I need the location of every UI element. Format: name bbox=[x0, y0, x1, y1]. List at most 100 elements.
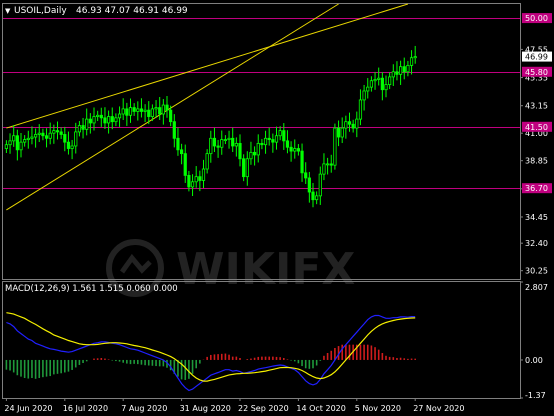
candle-body bbox=[63, 134, 67, 143]
trading-chart[interactable]: WIKIFX 47.5545.3543.1541.0038.8536.6534.… bbox=[0, 0, 554, 416]
candle-body bbox=[340, 127, 344, 138]
macd-tick-label: -1.37 bbox=[525, 391, 546, 400]
price-tick-label: 32.40 bbox=[525, 239, 548, 248]
candle-body bbox=[355, 118, 359, 129]
candle-body bbox=[34, 134, 38, 138]
candle-body bbox=[41, 132, 45, 137]
candle-body bbox=[52, 130, 56, 134]
candle-body bbox=[70, 145, 74, 149]
candle-body bbox=[227, 137, 231, 140]
candle-body bbox=[242, 158, 246, 178]
candle-body bbox=[190, 181, 195, 188]
candle-body bbox=[158, 107, 162, 115]
candle-body bbox=[187, 174, 191, 188]
candle-body bbox=[413, 56, 417, 59]
macd-header: MACD(12,26,9) 1.561 1.515 0.060 0.000 bbox=[5, 284, 178, 294]
candle-body bbox=[395, 71, 399, 75]
candle-body bbox=[256, 143, 260, 156]
price-tick-label: 38.85 bbox=[525, 157, 548, 166]
candle-body bbox=[99, 114, 103, 119]
candle-body bbox=[220, 139, 224, 148]
candle-body bbox=[96, 114, 100, 117]
candle-body bbox=[377, 77, 381, 80]
candle-body bbox=[85, 118, 89, 130]
candle-body bbox=[66, 141, 71, 149]
candle-body bbox=[329, 163, 333, 166]
candle-body bbox=[296, 148, 301, 152]
date-tick-label: 14 Oct 2020 bbox=[296, 404, 345, 413]
price-tick-label: 34.45 bbox=[525, 213, 548, 222]
price-tick-label: 43.15 bbox=[525, 102, 548, 111]
candle-body bbox=[165, 104, 169, 111]
candle-body bbox=[107, 116, 111, 124]
symbol-label: USOIL,Daily bbox=[14, 6, 67, 16]
candle-body bbox=[172, 121, 176, 139]
candle-body bbox=[121, 108, 125, 115]
candle-body bbox=[37, 132, 41, 135]
candle-body bbox=[44, 135, 49, 139]
candle-body bbox=[351, 123, 355, 129]
candle-body bbox=[194, 176, 198, 183]
candle-body bbox=[88, 118, 92, 124]
price-tick-label: 30.25 bbox=[525, 267, 548, 276]
candle-body bbox=[380, 77, 384, 91]
candle-body bbox=[23, 139, 27, 143]
candle-body bbox=[92, 116, 96, 124]
candle-body bbox=[249, 151, 253, 160]
candle-body bbox=[347, 121, 352, 125]
chart-menu-arrow-icon[interactable]: ▼ bbox=[5, 7, 11, 15]
candle-body bbox=[128, 107, 133, 116]
candle-body bbox=[4, 144, 8, 149]
current-price-label: 46.99 bbox=[525, 53, 548, 62]
candle-body bbox=[223, 139, 227, 141]
candle-body bbox=[282, 130, 286, 142]
candle-body bbox=[289, 146, 293, 152]
candle-body bbox=[212, 137, 217, 147]
candle-body bbox=[176, 137, 180, 151]
candle-body bbox=[74, 131, 78, 147]
candle-body bbox=[55, 130, 60, 133]
candle-body bbox=[362, 90, 366, 101]
candle-body bbox=[293, 148, 297, 152]
chart-background bbox=[0, 0, 554, 416]
date-tick-label: 22 Sep 2020 bbox=[238, 404, 289, 413]
candle-body bbox=[245, 158, 249, 178]
candle-body bbox=[402, 66, 406, 73]
candle-body bbox=[198, 176, 202, 181]
candle-body bbox=[388, 76, 392, 85]
candle-body bbox=[201, 168, 206, 181]
candle-body bbox=[205, 153, 209, 170]
candle-body bbox=[216, 145, 220, 148]
candle-body bbox=[344, 121, 348, 129]
candle-body bbox=[12, 135, 16, 142]
candle-body bbox=[183, 153, 187, 176]
candle-body bbox=[161, 104, 165, 115]
date-tick-label: 5 Nov 2020 bbox=[355, 404, 401, 413]
candle-body bbox=[125, 108, 129, 116]
candle-body bbox=[369, 80, 374, 88]
date-tick-label: 7 Aug 2020 bbox=[121, 404, 167, 413]
candle-body bbox=[358, 99, 363, 120]
candle-body bbox=[30, 136, 34, 139]
candle-body bbox=[136, 108, 140, 112]
date-tick-label: 31 Aug 2020 bbox=[180, 404, 231, 413]
date-tick-label: 16 Jul 2020 bbox=[63, 404, 108, 413]
level-tag-label: 41.50 bbox=[525, 123, 548, 132]
level-tag-label: 45.80 bbox=[525, 68, 548, 77]
candle-body bbox=[147, 109, 151, 117]
candle-body bbox=[8, 140, 12, 146]
candle-body bbox=[409, 57, 414, 66]
candle-body bbox=[398, 66, 403, 75]
candle-body bbox=[373, 79, 377, 82]
candle-body bbox=[26, 137, 30, 140]
candle-body bbox=[19, 141, 23, 151]
level-tag-label: 50.00 bbox=[525, 14, 548, 23]
macd-tick-label: 0.00 bbox=[525, 356, 543, 365]
candle-body bbox=[110, 116, 114, 123]
candle-body bbox=[209, 137, 213, 155]
candle-body bbox=[274, 135, 279, 143]
candle-body bbox=[252, 151, 257, 156]
candle-body bbox=[318, 173, 322, 197]
candle-body bbox=[267, 137, 271, 140]
candle-body bbox=[103, 117, 107, 124]
